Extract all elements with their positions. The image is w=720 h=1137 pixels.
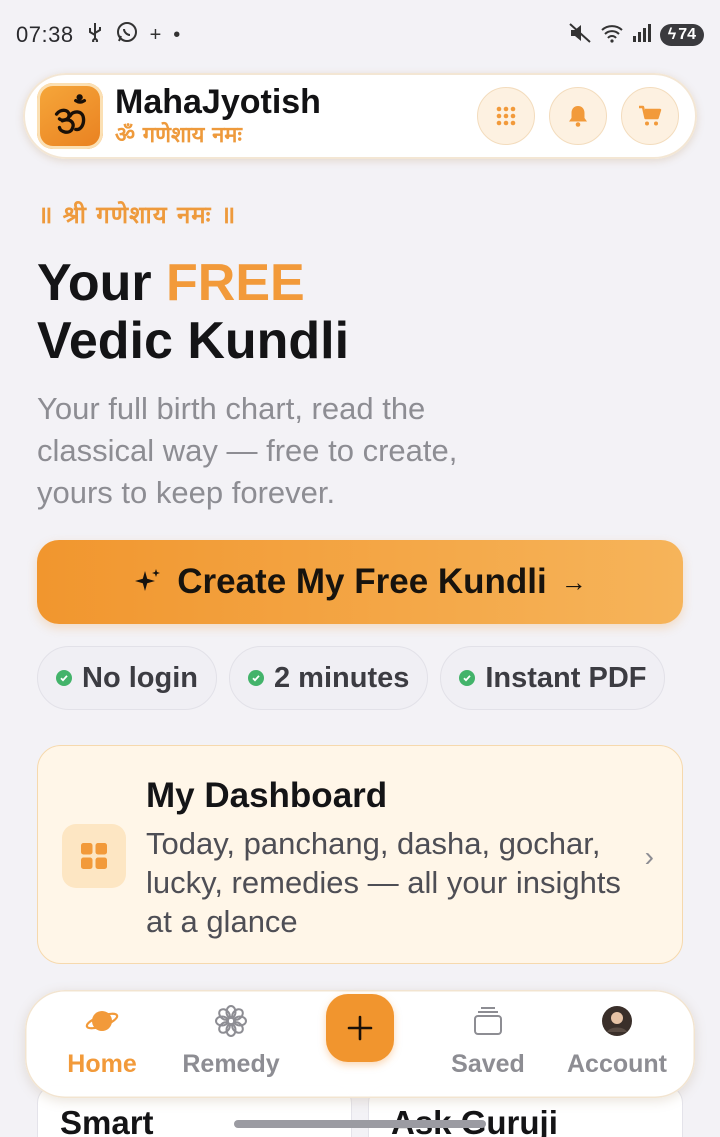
feature-chips: No login 2 minutes Instant PDF [37,646,666,710]
check-icon [459,670,476,686]
plus-icon [347,1015,373,1041]
mantra-text: ॥ श्री गणेशाय नमः ॥ [38,201,237,229]
mute-icon [568,22,592,49]
notifications-button[interactable] [549,87,607,145]
nav-remedy[interactable]: Remedy [166,1004,296,1079]
nav-saved[interactable]: Saved [423,1004,553,1079]
grid-icon [496,106,516,126]
dashboard-grid-icon [62,824,126,888]
home-indicator[interactable] [234,1120,486,1128]
my-dashboard-card[interactable]: My Dashboard Today, panchang, dasha, goc… [37,745,683,964]
charging-icon: ϟ [667,26,677,43]
create-kundli-button[interactable]: Create My Free Kundli → [37,540,683,624]
hero-title-line2: Vedic Kundli [37,312,350,370]
chip-label: 2 minutes [273,661,410,694]
signal-icon [632,23,652,47]
status-right: ϟ 74 [568,22,704,49]
chip-instant-pdf: Instant PDF [440,646,666,710]
stack-icon [474,1007,502,1035]
nav-home[interactable]: Home [37,1004,167,1079]
chip-no-login: No login [37,646,217,710]
plus-icon: + [149,23,162,46]
om-icon [54,94,87,134]
brand-name: MahaJyotish [115,83,321,121]
header-actions [477,87,679,145]
chip-2-minutes: 2 minutes [228,646,429,710]
status-time: 07:38 [16,22,74,47]
flower-icon [215,1005,247,1037]
hero-title: Your FREE Vedic Kundli [37,254,349,370]
planet-icon [85,1011,119,1031]
status-bar: 07:38 + • ϟ 74 [0,0,720,70]
cart-icon [639,105,662,126]
check-icon [247,670,264,686]
bottom-navigation: Home Remedy Saved Account [25,990,695,1098]
cart-button[interactable] [621,87,679,145]
battery-indicator: ϟ 74 [659,24,704,46]
chevron-right-icon: › [644,841,654,872]
bell-icon [569,106,587,127]
hero-title-highlight: FREE [166,254,305,312]
nav-remedy-label: Remedy [182,1050,280,1078]
add-button[interactable] [326,994,394,1062]
smart-card-label: Smart [60,1104,154,1137]
check-icon [56,670,72,686]
chip-label: Instant PDF [485,661,647,694]
nav-account-label: Account [567,1050,667,1078]
dashboard-title: My Dashboard [146,776,388,815]
wifi-icon [600,23,624,48]
avatar-icon [602,1006,632,1036]
brand-tagline: ॐ गणेशाय नमः [115,123,242,148]
nav-saved-label: Saved [451,1050,525,1078]
hero-title-part1: Your [37,254,167,312]
apps-grid-button[interactable] [477,87,535,145]
chip-label: No login [82,661,198,694]
nav-home-label: Home [67,1050,137,1078]
dashboard-description: Today, panchang, dasha, gochar, lucky, r… [146,826,621,939]
app-header: MahaJyotish ॐ गणेशाय नमः [23,73,697,159]
brand-block: MahaJyotish ॐ गणेशाय नमः [115,82,321,150]
create-kundli-label: Create My Free Kundli [177,562,547,601]
hero-subtitle: Your full birth chart, read the classica… [37,391,458,510]
status-left: 07:38 + • [16,21,180,49]
whatsapp-icon [116,21,138,49]
battery-level: 74 [678,26,696,43]
sparkle-icon [135,569,161,591]
dot-icon: • [173,23,181,46]
arrow-right-icon: → [560,566,587,597]
nav-account[interactable]: Account [552,1004,682,1079]
app-logo[interactable] [37,83,103,149]
usb-icon [86,22,104,48]
